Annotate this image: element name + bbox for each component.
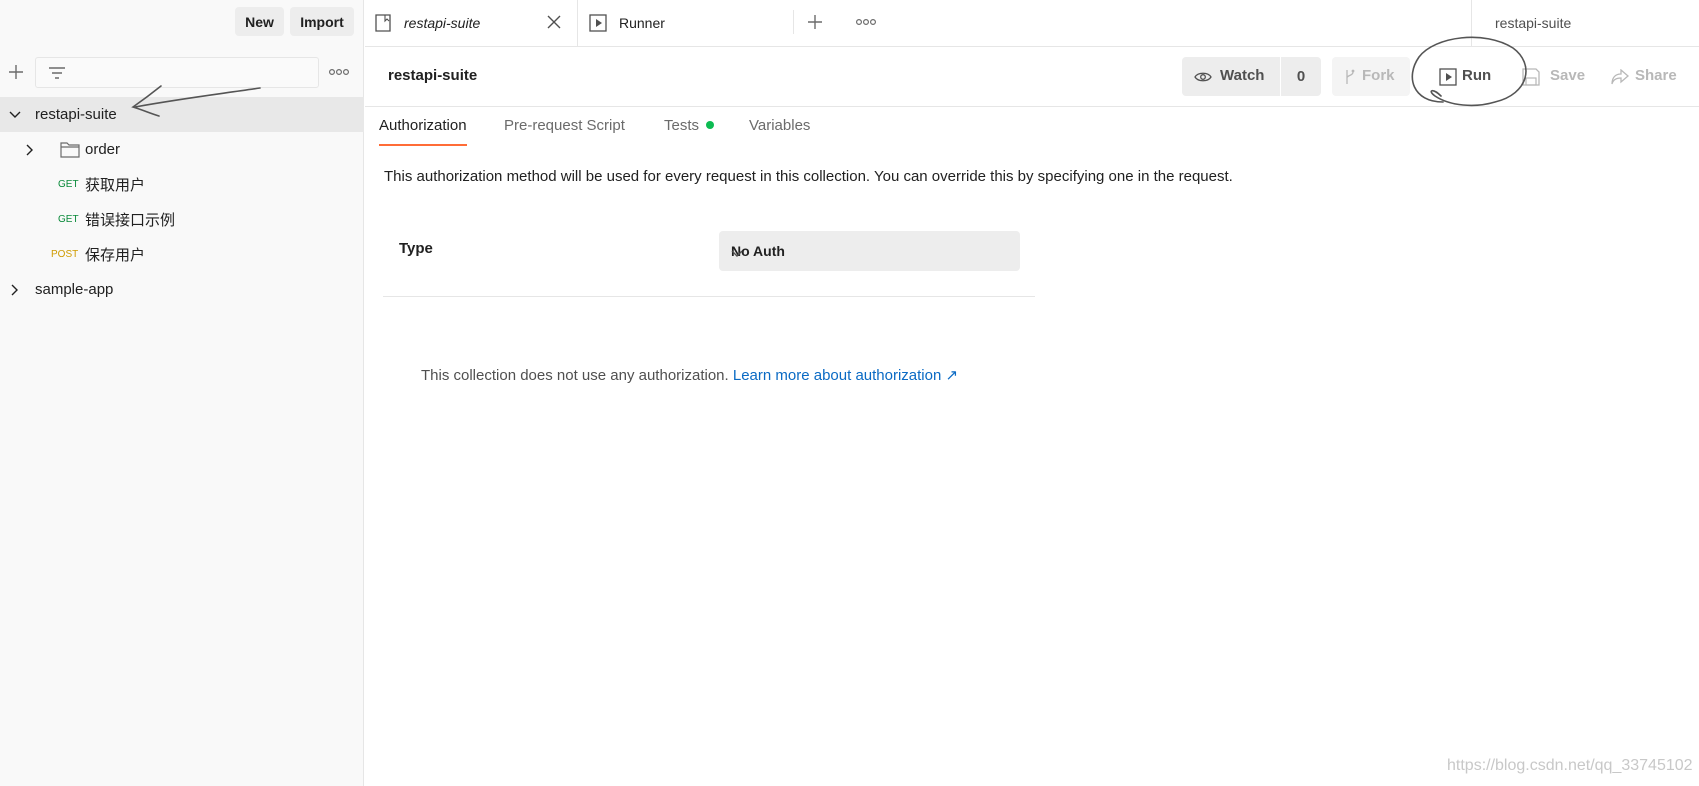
app-window: New Import restapi-suite order GET 获取用户 … bbox=[0, 0, 1699, 786]
sidebar-header: New Import bbox=[0, 0, 364, 44]
close-icon[interactable] bbox=[547, 15, 561, 32]
tree-item-label: order bbox=[85, 141, 121, 158]
save-icon bbox=[1522, 68, 1540, 90]
learn-more-link[interactable]: Learn more about authorization ↗ bbox=[733, 367, 958, 384]
method-badge: GET bbox=[58, 214, 79, 225]
auth-description: This authorization method will be used f… bbox=[384, 168, 1233, 185]
import-button[interactable]: Import bbox=[290, 7, 354, 36]
collection-subtabs: Authorization Pre-request Script Tests V… bbox=[365, 107, 1699, 147]
filter-icon bbox=[48, 65, 66, 84]
chevron-down-icon[interactable] bbox=[8, 108, 22, 122]
tab-bar: restapi-suite Runner restapi-suite bbox=[365, 0, 1699, 47]
run-button[interactable]: Run bbox=[1425, 57, 1501, 96]
run-label: Run bbox=[1462, 67, 1492, 84]
tree-item-label: restapi-suite bbox=[35, 106, 117, 123]
sidebar-toolbar bbox=[0, 52, 364, 92]
fork-icon bbox=[1344, 69, 1356, 89]
tests-status-dot bbox=[706, 121, 715, 129]
tree-item-order[interactable]: order bbox=[0, 132, 364, 167]
watch-count[interactable]: 0 bbox=[1281, 57, 1321, 96]
tab-divider bbox=[793, 10, 794, 34]
tree-item-request[interactable]: GET 获取用户 bbox=[0, 167, 364, 202]
tree-item-label: 保存用户 bbox=[85, 247, 146, 264]
chevron-right-icon[interactable] bbox=[8, 283, 22, 297]
watermark: https://blog.csdn.net/qq_33745102 bbox=[1447, 757, 1693, 774]
watch-button[interactable]: Watch bbox=[1182, 57, 1280, 96]
tree-item-label: 错误接口示例 bbox=[85, 212, 176, 229]
add-collection-icon[interactable] bbox=[5, 61, 27, 83]
tab-restapi-suite[interactable]: restapi-suite bbox=[365, 0, 578, 46]
share-label: Share bbox=[1635, 67, 1677, 84]
watch-label: Watch bbox=[1220, 67, 1265, 84]
method-badge: POST bbox=[51, 249, 79, 260]
tab-more-options-icon[interactable] bbox=[854, 13, 878, 31]
more-options-icon[interactable] bbox=[327, 63, 351, 81]
auth-note: This collection does not use any authori… bbox=[421, 366, 958, 384]
tab-label: Runner bbox=[619, 15, 665, 31]
folder-icon bbox=[60, 141, 80, 162]
tab-runner[interactable]: Runner bbox=[579, 0, 793, 46]
tree-item-request[interactable]: POST 保存用户 bbox=[0, 237, 364, 272]
page-title: restapi-suite bbox=[388, 67, 478, 84]
tab-tests-label: Tests bbox=[664, 117, 700, 134]
auth-type-label: Type bbox=[399, 240, 433, 257]
collection-icon bbox=[375, 14, 391, 35]
auth-type-select[interactable]: No Auth bbox=[719, 231, 1020, 271]
new-tab-plus-icon[interactable] bbox=[805, 12, 825, 32]
tab-label: restapi-suite bbox=[404, 15, 481, 31]
tree-item-request[interactable]: GET 错误接口示例 bbox=[0, 202, 364, 237]
auth-type-row: Type No Auth bbox=[383, 220, 1035, 297]
eye-icon bbox=[1194, 70, 1212, 87]
share-button[interactable]: Share bbox=[1599, 57, 1689, 96]
tab-tests[interactable]: Tests bbox=[664, 117, 715, 144]
fork-button[interactable]: Fork bbox=[1332, 57, 1410, 96]
share-icon bbox=[1611, 68, 1629, 89]
tab-variables[interactable]: Variables bbox=[749, 117, 810, 144]
tab-pre-request-script[interactable]: Pre-request Script bbox=[504, 117, 625, 144]
chevron-down-icon bbox=[731, 245, 1006, 261]
tree-item-label: 获取用户 bbox=[85, 177, 146, 194]
tree-item-restapi-suite[interactable]: restapi-suite bbox=[0, 97, 364, 132]
collection-header: restapi-suite Watch 0 Fork Run Save Shar… bbox=[365, 36, 1699, 107]
auth-note-text: This collection does not use any authori… bbox=[421, 367, 729, 384]
chevron-right-icon[interactable] bbox=[23, 143, 37, 157]
environment-label: restapi-suite bbox=[1495, 15, 1572, 31]
sidebar: New Import restapi-suite order GET 获取用户 … bbox=[0, 0, 364, 786]
filter-input[interactable] bbox=[35, 57, 319, 88]
new-button[interactable]: New bbox=[235, 7, 284, 36]
method-badge: GET bbox=[58, 179, 79, 190]
tab-authorization[interactable]: Authorization bbox=[379, 117, 467, 146]
save-label: Save bbox=[1550, 67, 1586, 84]
environment-selector[interactable]: restapi-suite bbox=[1471, 0, 1699, 46]
tree-item-label: sample-app bbox=[35, 281, 114, 298]
save-button[interactable]: Save bbox=[1510, 57, 1590, 96]
fork-label: Fork bbox=[1362, 67, 1395, 84]
run-icon bbox=[1439, 68, 1457, 90]
tree-item-sample-app[interactable]: sample-app bbox=[0, 272, 364, 307]
runner-icon bbox=[589, 14, 607, 35]
collection-tree: restapi-suite order GET 获取用户 GET 错误接口示例 bbox=[0, 97, 364, 307]
